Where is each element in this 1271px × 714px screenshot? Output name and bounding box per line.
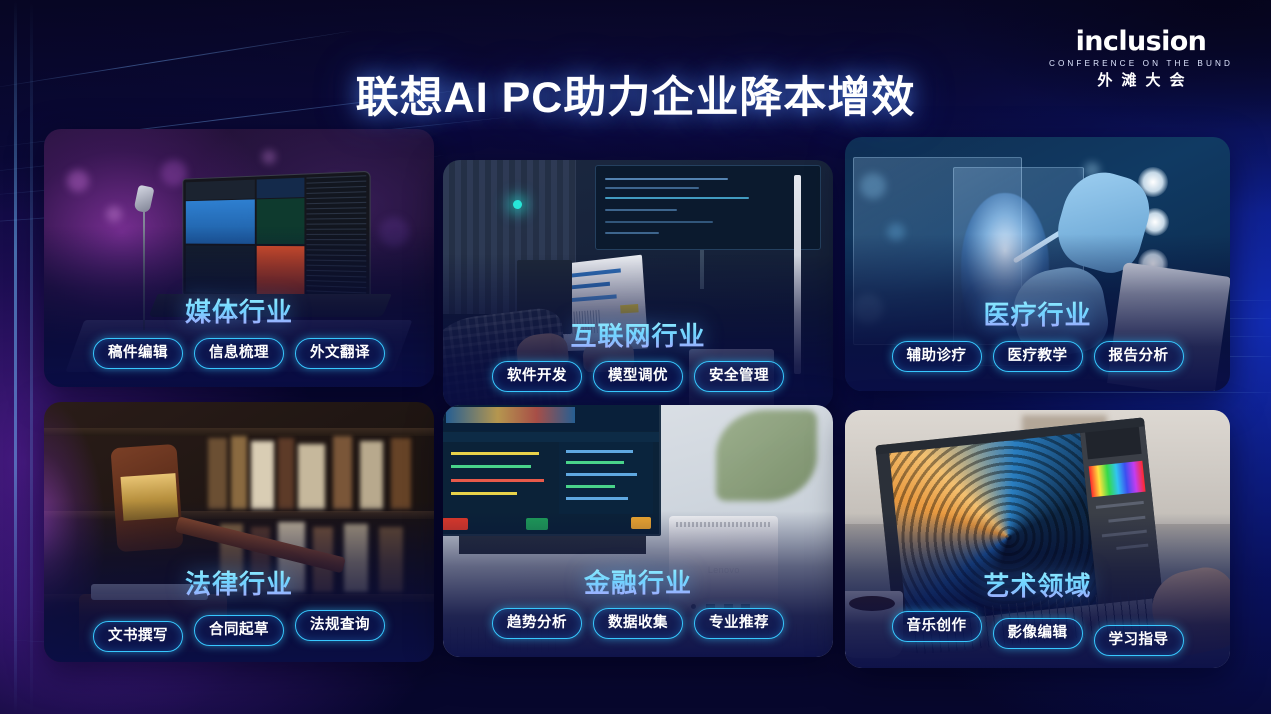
tag-pill[interactable]: 模型调优 [593, 360, 683, 392]
logo-subtitle: CONFERENCE ON THE BUND [1048, 59, 1233, 68]
tag-pill[interactable]: 合同起草 [194, 614, 284, 646]
tag-pill[interactable]: 趋势分析 [492, 607, 582, 639]
tag-pill[interactable]: 报告分析 [1093, 340, 1184, 372]
industry-card-art[interactable]: 艺术领域 音乐创作 影像编辑 学习指导 [845, 410, 1230, 668]
tag-pill[interactable]: 法规查询 [295, 609, 385, 641]
tag-pill[interactable]: 软件开发 [492, 360, 582, 392]
card-title-medical: 医疗行业 [845, 301, 1230, 330]
code-monitor [595, 164, 822, 250]
card-title-finance: 金融行业 [443, 569, 833, 598]
card-title-legal: 法律行业 [44, 570, 434, 599]
tag-pill[interactable]: 信息梳理 [194, 337, 284, 369]
industry-card-legal[interactable]: 法律行业 文书撰写 合同起草 法规查询 [44, 402, 434, 662]
tag-pill[interactable]: 文书撰写 [93, 620, 183, 652]
card-title-art: 艺术领域 [845, 572, 1230, 601]
color-picker-swatch [1088, 460, 1146, 497]
tag-pill[interactable]: 音乐创作 [891, 610, 982, 642]
card-tags-legal: 文书撰写 合同起草 法规查询 [44, 609, 434, 652]
tag-pill[interactable]: 数据收集 [593, 607, 683, 639]
card-tags-media: 稿件编辑 信息梳理 外文翻译 [44, 337, 434, 369]
card-tags-finance: 趋势分析 数据收集 专业推荐 [443, 607, 833, 639]
status-light [513, 199, 523, 209]
tag-pill[interactable]: 安全管理 [694, 360, 784, 392]
tag-pill[interactable]: 医疗教学 [992, 340, 1083, 372]
microphone-icon [133, 184, 155, 214]
card-title-media: 媒体行业 [44, 298, 434, 327]
card-tags-art: 音乐创作 影像编辑 学习指导 [845, 610, 1230, 656]
card-tags-internet: 软件开发 模型调优 安全管理 [443, 360, 833, 392]
tag-pill[interactable]: 影像编辑 [992, 617, 1083, 649]
logo-wordmark: inclusion [1075, 26, 1207, 57]
industry-card-finance[interactable]: Lenovo 金融行业 趋势分析 数据收集 专业推荐 [443, 405, 833, 657]
industry-card-grid: 媒体行业 稿件编辑 信息梳理 外文翻译 互联网行业 软件开发 模型调优 安全管理… [44, 129, 1230, 669]
inclusion-logo: inclusion CONFERENCE ON THE BUND 外滩大会 [1049, 28, 1233, 88]
industry-card-medical[interactable]: 医疗行业 辅助诊疗 医疗教学 报告分析 [845, 137, 1230, 391]
card-tags-medical: 辅助诊疗 医疗教学 报告分析 [845, 340, 1230, 372]
tag-pill[interactable]: 辅助诊疗 [891, 340, 982, 372]
logo-chinese-name: 外滩大会 [1097, 72, 1194, 90]
tag-pill[interactable]: 专业推荐 [694, 607, 784, 639]
industry-card-internet[interactable]: 互联网行业 软件开发 模型调优 安全管理 [443, 160, 833, 409]
card-title-internet: 互联网行业 [443, 322, 833, 351]
tag-pill[interactable]: 稿件编辑 [93, 337, 183, 369]
industry-card-media[interactable]: 媒体行业 稿件编辑 信息梳理 外文翻译 [44, 129, 434, 387]
tag-pill[interactable]: 外文翻译 [295, 337, 385, 369]
tag-pill[interactable]: 学习指导 [1093, 624, 1184, 656]
